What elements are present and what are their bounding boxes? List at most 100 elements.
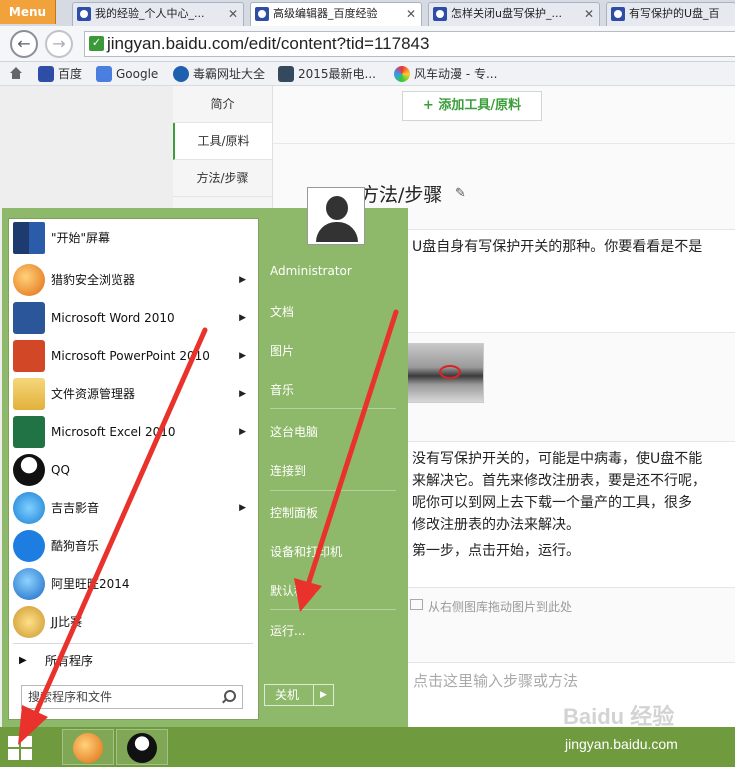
program-powerpoint[interactable]: Microsoft PowerPoint 2010 ▶ — [9, 337, 258, 375]
start-item-pictures[interactable]: 图片 — [270, 342, 394, 359]
side-nav-tools[interactable]: 工具/原料 — [173, 123, 272, 160]
start-button[interactable] — [4, 733, 38, 763]
shutdown-options-arrow-icon[interactable]: ▶ — [313, 685, 333, 705]
address-bar[interactable]: ✓ jingyan.baidu.com/edit/content?tid=117… — [84, 31, 735, 57]
step-2-line: 呢你可以到网上去下载一个量产的工具，很多 — [412, 495, 692, 511]
divider — [270, 609, 396, 610]
program-jj-match[interactable]: JJ比赛 — [9, 603, 258, 641]
start-item-documents[interactable]: 文档 — [270, 303, 394, 320]
google-icon — [96, 66, 112, 82]
program-word[interactable]: Microsoft Word 2010 ▶ — [9, 299, 258, 337]
start-item-connect-to[interactable]: 连接到 — [270, 462, 394, 479]
search-icon — [224, 690, 236, 702]
side-nav-intro[interactable]: 简介 — [173, 86, 272, 123]
powerpoint-icon — [13, 340, 45, 372]
baidu-paw-icon — [38, 66, 54, 82]
start-item-run[interactable]: 运行... — [270, 622, 394, 639]
divider — [270, 490, 396, 491]
divider — [273, 143, 735, 144]
step-2-box[interactable]: 没有写保护开关的，可能是中病毒，使U盘不能 来解决它。首先来修改注册表，要是还不… — [408, 441, 735, 588]
taskbar-liebao-browser[interactable] — [62, 729, 114, 765]
cheetah-browser-icon — [13, 264, 45, 296]
tab-close-icon[interactable]: ✕ — [406, 3, 416, 25]
step-1-box[interactable]: U盘自身有写保护开关的那种。你要看看是不是 — [408, 229, 735, 333]
tab-close-write-protect[interactable]: 怎样关闭u盘写保护_... ✕ — [428, 2, 600, 26]
submenu-arrow-icon: ▶ — [239, 275, 246, 285]
baidu-favicon-icon — [77, 7, 91, 21]
tab-write-protected-usb[interactable]: 有写保护的U盘_百 — [606, 2, 735, 26]
program-liebao-browser[interactable]: 猎豹安全浏览器 ▶ — [9, 261, 258, 299]
start-menu-program-list: "开始"屏幕 猎豹安全浏览器 ▶ Microsoft Word 2010 ▶ M… — [8, 218, 259, 720]
side-nav-steps[interactable]: 方法/步骤 — [173, 160, 272, 197]
program-qq[interactable]: QQ — [9, 451, 258, 489]
bookmark-duba[interactable]: 毒霸网址大全 — [173, 66, 265, 82]
submenu-arrow-icon: ▶ — [239, 389, 246, 399]
start-item-this-pc[interactable]: 这台电脑 — [270, 423, 394, 440]
start-item-administrator[interactable]: Administrator — [270, 264, 394, 278]
taskbar-qq[interactable] — [116, 729, 168, 765]
add-tool-button[interactable]: + 添加工具/原料 — [402, 91, 542, 121]
start-item-default-programs[interactable]: 默认程序 — [270, 582, 394, 599]
program-jiji-player[interactable]: 吉吉影音 ▶ — [9, 489, 258, 527]
program-aliwangwang[interactable]: 阿里旺旺2014 — [9, 565, 258, 603]
word-icon — [13, 302, 45, 334]
start-menu: "开始"屏幕 猎豹安全浏览器 ▶ Microsoft Word 2010 ▶ M… — [2, 188, 408, 727]
excel-icon — [13, 416, 45, 448]
tab-advanced-editor[interactable]: 高级编辑器_百度经验 ✕ — [250, 2, 422, 26]
address-url: jingyan.baidu.com/edit/content?tid=11784… — [107, 34, 430, 53]
baidu-favicon-icon — [255, 7, 269, 21]
user-avatar[interactable] — [308, 188, 364, 244]
step-input-placeholder[interactable]: 点击这里输入步骤或方法 — [413, 670, 578, 691]
program-file-explorer[interactable]: 文件资源管理器 ▶ — [9, 375, 258, 413]
taskbar: jingyan.baidu.com — [0, 727, 735, 767]
bookmark-baidu[interactable]: 百度 — [38, 66, 82, 82]
aliwangwang-icon — [13, 568, 45, 600]
divider — [13, 643, 253, 644]
step-2-line: 没有写保护开关的，可能是中病毒，使U盘不能 — [412, 451, 703, 467]
image-drop-hint[interactable]: 从右侧图库拖动图片到此处 — [410, 598, 572, 615]
baidu-favicon-icon — [611, 7, 625, 21]
program-kugou[interactable]: 酷狗音乐 — [9, 527, 258, 565]
submenu-arrow-icon: ▶ — [239, 427, 246, 437]
home-icon[interactable] — [8, 65, 24, 81]
pencil-edit-icon[interactable]: ✎ — [455, 186, 466, 201]
baidu-favicon-icon — [433, 7, 447, 21]
usb-photo-thumbnail[interactable] — [402, 343, 484, 403]
divider — [270, 408, 396, 409]
all-programs-button[interactable]: ▶ 所有程序 — [19, 651, 93, 671]
submenu-arrow-icon: ▶ — [239, 503, 246, 513]
tumblr-t-icon — [278, 66, 294, 82]
step-1-text: U盘自身有写保护开关的那种。你要看看是不是 — [412, 239, 703, 255]
browser-menu-button[interactable]: Menu — [0, 0, 56, 24]
tab-close-icon[interactable]: ✕ — [228, 3, 238, 25]
bookmark-google[interactable]: Google — [96, 66, 158, 82]
forward-button[interactable]: → — [45, 30, 73, 58]
jj-match-icon — [13, 606, 45, 638]
image-icon — [410, 599, 423, 610]
start-search-input[interactable]: 搜索程序和文件 — [21, 685, 243, 709]
cheetah-browser-icon — [73, 733, 103, 763]
bookmark-fengche[interactable]: 风车动漫 - 专... — [394, 66, 497, 82]
arrow-left-icon: ← — [17, 34, 31, 53]
browser-tab-bar: Menu 我的经验_个人中心_... ✕ 高级编辑器_百度经验 ✕ 怎样关闭u盘… — [0, 0, 735, 26]
shutdown-button[interactable]: 关机 ▶ — [264, 684, 334, 706]
bookmark-2015[interactable]: 2015最新电... — [278, 66, 376, 82]
start-screen-icon — [13, 222, 45, 254]
browser-nav-bar: ← → ✓ jingyan.baidu.com/edit/content?tid… — [0, 26, 735, 62]
start-item-devices-printers[interactable]: 设备和打印机 — [270, 543, 394, 560]
tab-close-icon[interactable]: ✕ — [584, 3, 594, 25]
submenu-arrow-icon: ▶ — [239, 313, 246, 323]
qq-penguin-icon — [13, 454, 45, 486]
duba-k-icon — [173, 66, 189, 82]
tab-my-experience[interactable]: 我的经验_个人中心_... ✕ — [72, 2, 244, 26]
program-excel[interactable]: Microsoft Excel 2010 ▶ — [9, 413, 258, 451]
qq-penguin-icon — [127, 733, 157, 763]
step-2-line: 来解决它。首先来修改注册表，要是还不行呢， — [412, 473, 706, 489]
tab-label: 怎样关闭u盘写保护_... — [451, 7, 562, 20]
step-2-line: 第一步，点击开始，运行。 — [412, 543, 580, 559]
triangle-right-icon: ▶ — [19, 655, 27, 666]
start-item-music[interactable]: 音乐 — [270, 381, 394, 398]
start-item-control-panel[interactable]: 控制面板 — [270, 504, 394, 521]
back-button[interactable]: ← — [10, 30, 38, 58]
program-start-screen[interactable]: "开始"屏幕 — [9, 219, 258, 257]
